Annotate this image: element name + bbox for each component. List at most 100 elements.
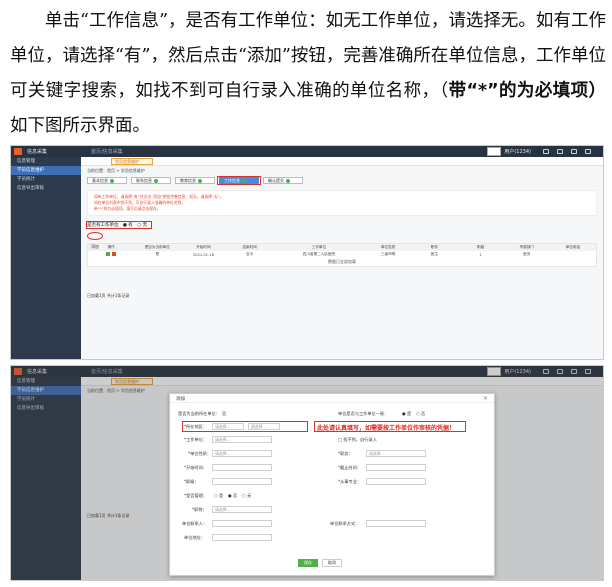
menu-icon[interactable] (14, 148, 22, 155)
work-unit-table: 操作 是否为当前单位 开始时间 结束时间 工作单位 单位性质 职务 职级 所属部… (87, 243, 597, 267)
table-cell: 1 (479, 252, 482, 257)
table-cell: 至今 (246, 252, 254, 256)
phone-input[interactable] (366, 520, 426, 527)
dept-select[interactable]: 请选择... (212, 450, 272, 457)
close-icon[interactable]: × (483, 395, 488, 402)
save-button[interactable]: 保存 (298, 559, 318, 567)
screenshot-add-dialog: 信息采集 首页/信息采集 用户(1234) 信息管理 学员信息维护 学员统计 信… (10, 365, 604, 581)
table-cell: 医务 (523, 252, 531, 256)
user-role[interactable]: 用户(1234) (504, 148, 531, 155)
message-icon[interactable] (543, 149, 549, 154)
address-input[interactable] (212, 534, 272, 541)
label-contact: 单位联系人： (182, 521, 208, 526)
paragraph-text-end: 如下图所示界面。 (10, 116, 150, 136)
label-unit-name: *工作单位： (184, 437, 208, 442)
edit-icon[interactable] (106, 252, 111, 256)
table-cell: 医生 (430, 252, 438, 256)
highlight-box (217, 176, 261, 185)
delete-icon[interactable] (112, 252, 117, 256)
column-header: 开始时间 (196, 245, 211, 249)
breadcrumb: 当前位置：首页 > 学员信息维护 (87, 168, 145, 173)
radio-same-no[interactable]: ○ 否 (416, 411, 425, 417)
sidebar-item[interactable]: 信息导出审核 (11, 184, 81, 193)
label-is-manager: *是否管理： (184, 493, 208, 498)
sidebar-item[interactable]: 信息管理 (11, 157, 81, 166)
label-address: 单位地址： (184, 535, 205, 540)
add-row: 添加 (87, 232, 597, 249)
label-same-unit: 单位是否与工作单位一致： (338, 411, 389, 416)
column-header: 职级 (476, 245, 485, 249)
table-row: 是 2021-01-18 至今 四川省第二人民医院 三级甲等 医生 1 医务 (88, 251, 596, 258)
table-cell: 三级甲等 (381, 252, 396, 256)
radio-manager-yes[interactable]: ○ 是 (214, 493, 223, 499)
step-tabs: 基本信息 联系信息 教育信息 工作信息 确认提交 (87, 176, 597, 186)
no-more-data: 数据已全部加载 (328, 259, 356, 264)
screenshot-work-info: 信息采集 首页/信息采集 用户(1234) 信息管理 学员信息维护 学员统计 信… (10, 145, 604, 360)
current-unit-value[interactable]: 否 (222, 411, 226, 417)
label-title: *职称： (192, 507, 207, 512)
step-tab[interactable]: 确认提交 (263, 177, 303, 184)
cancel-button[interactable]: 取消 (322, 559, 342, 567)
sidebar-item-active[interactable]: 学员信息维护 (11, 166, 81, 175)
label-start: *开始时间： (184, 465, 208, 470)
contact-input[interactable] (212, 520, 272, 527)
main-panel: 学员信息维护 当前位置：首页 > 学员信息维护 基本信息 联系信息 教育信息 工… (81, 157, 603, 359)
gear-icon[interactable] (571, 149, 577, 154)
not-found-checkbox[interactable]: □ 找不到，自行录入 (338, 437, 377, 443)
column-header: 结束时间 (242, 245, 257, 249)
end-date-input[interactable] (366, 464, 426, 471)
highlight-oval (87, 232, 103, 240)
title-select[interactable]: 请选择... (212, 506, 272, 513)
table-footer: 已加载1页 共计1条记录 (87, 293, 130, 298)
top-crumb: 首页/信息采集 (91, 149, 123, 155)
page-tabs: 学员信息维护 (81, 157, 603, 166)
app-name: 信息采集 (27, 149, 48, 155)
major-input[interactable] (366, 478, 426, 485)
label-major: *从事专业： (338, 479, 362, 484)
column-header: 工作单位 (311, 245, 327, 249)
page-tab[interactable]: 学员信息维护 (111, 158, 153, 165)
label-duty: *职务： (338, 451, 353, 456)
sidebar: 信息管理 学员信息维护 学员统计 信息导出审核 (11, 157, 81, 359)
dialog-title: 添加 (170, 394, 494, 403)
column-header: 单位电话 (565, 245, 581, 249)
add-work-unit-dialog: 添加 × 是否为当前所在单位： 否 单位是否与工作单位一致： ● 是 ○ 否 *… (169, 393, 495, 576)
has-work-unit-row: 是否有工作单位 ● 有 ○ 无 (86, 221, 597, 232)
label-dept: *单位性质： (188, 451, 212, 456)
avatar[interactable] (487, 147, 501, 156)
step-tab[interactable]: 联系信息 (131, 177, 171, 184)
column-header: 单位性质 (381, 245, 396, 249)
sidebar-item[interactable]: 学员统计 (11, 175, 81, 184)
table-cell: 是 (155, 252, 160, 256)
notice-line: 带“*”的为必填项，填写后请点击保存。 (94, 206, 161, 211)
bell-icon[interactable] (557, 149, 563, 154)
notice-box: 如有工作单位，请选择“有”并点击“添加”按钮完善信息；如无，请选择“无”。 如在… (87, 190, 597, 216)
label-level: *职级： (184, 479, 199, 484)
table-cell: 2021-01-18 (193, 252, 214, 257)
step-tab[interactable]: 教育信息 (175, 177, 215, 184)
row-actions (88, 252, 134, 257)
label-end: *截止时间： (338, 465, 362, 470)
column-header: 职务 (430, 245, 438, 249)
highlight-box (182, 421, 308, 432)
table-header: 操作 是否为当前单位 开始时间 结束时间 工作单位 单位性质 职务 职级 所属部… (88, 244, 596, 251)
required-note: 带“*”的为必填项） (448, 81, 607, 101)
start-date-input[interactable] (212, 464, 272, 471)
table-cell: 四川省第二人民医院 (302, 252, 336, 256)
column-header: 所属部门 (519, 245, 534, 249)
unit-name-select[interactable]: 请选择... (212, 436, 272, 443)
column-header: 是否为当前单位 (144, 245, 170, 249)
radio-same-yes[interactable]: ● 是 (402, 411, 411, 417)
label-current-unit: 是否为当前所在单位： (178, 411, 220, 416)
duty-select[interactable]: 请选择... (366, 450, 426, 457)
level-input[interactable] (212, 478, 272, 485)
instruction-paragraph: 单击“工作信息”，是否有工作单位：如无工作单位，请选择无。如有工作单位，请选择“… (10, 4, 606, 144)
top-bar: 信息采集 首页/信息采集 用户(1234) (11, 146, 603, 157)
radio-manager-none[interactable]: ○ 无 (242, 493, 251, 499)
radio-manager-no[interactable]: ● 否 (228, 493, 237, 499)
label-phone: 单位联系方式： (330, 521, 360, 526)
step-tab[interactable]: 基本信息 (87, 177, 127, 184)
warning-text: 此处请认真填写，如需要按工作单位作审核的凭据！ (317, 425, 456, 432)
add-button[interactable]: 添加 (91, 244, 99, 249)
fullscreen-icon[interactable] (585, 149, 591, 154)
